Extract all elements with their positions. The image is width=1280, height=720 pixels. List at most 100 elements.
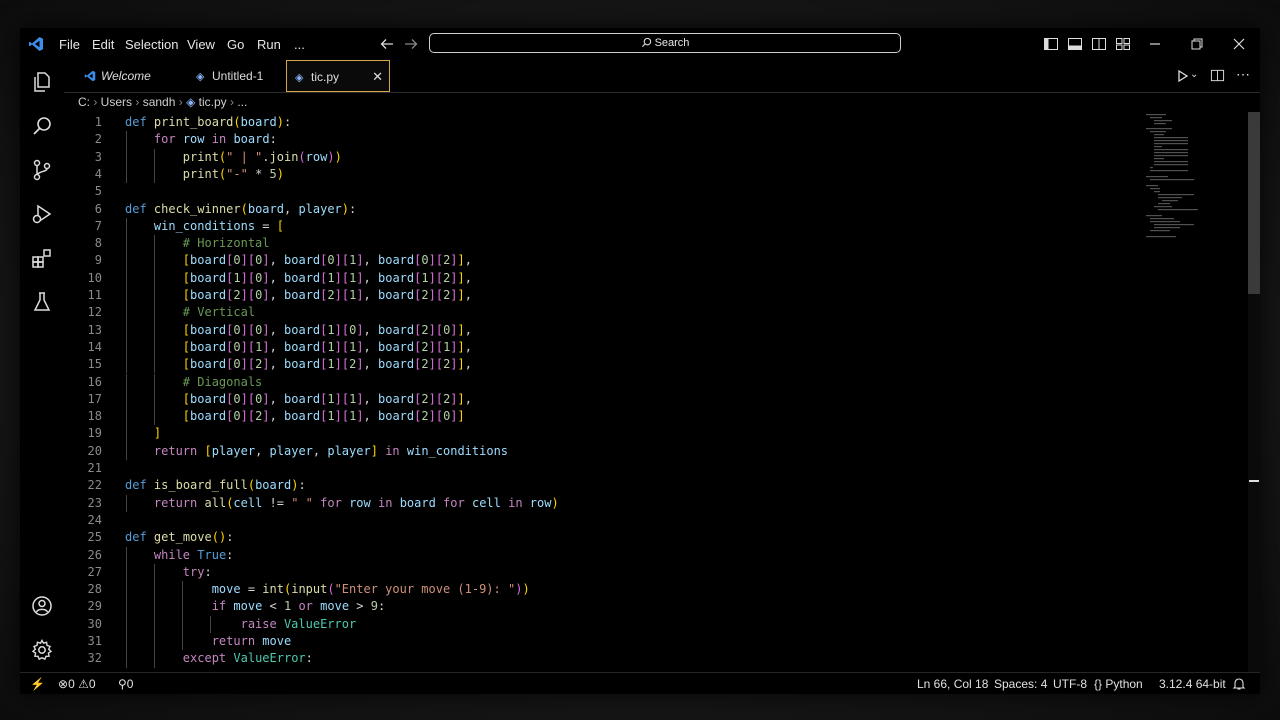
menu-go[interactable]: Go bbox=[227, 37, 244, 52]
breadcrumb-users[interactable]: Users bbox=[101, 95, 132, 109]
menu-selection[interactable]: Selection bbox=[125, 37, 178, 52]
forward-arrow-icon[interactable] bbox=[403, 36, 419, 52]
search-box[interactable]: Search bbox=[429, 33, 901, 53]
menu-run[interactable]: Run bbox=[257, 37, 281, 52]
code-line[interactable]: 1 def print_board(board): bbox=[64, 114, 1144, 131]
close-tab-icon[interactable]: ✕ bbox=[372, 61, 383, 93]
code-line[interactable]: 16 # Diagonals bbox=[64, 374, 1144, 391]
run-dropdown-chevron-down-icon[interactable]: ⌄ bbox=[1190, 69, 1198, 80]
code-line[interactable]: 21 bbox=[64, 460, 1144, 477]
code-text: # Diagonals bbox=[182, 374, 263, 389]
encoding[interactable]: UTF-8 bbox=[1053, 673, 1087, 694]
code-text: move = int(input("Enter your move (1-9):… bbox=[211, 582, 530, 597]
split-editor-icon[interactable] bbox=[1210, 68, 1225, 83]
menu-more[interactable]: ... bbox=[294, 37, 305, 52]
code-editor[interactable]: 1 def print_board(board): 2 for row in boa… bbox=[64, 112, 1248, 672]
indent-guide bbox=[154, 633, 155, 651]
code-text: ] bbox=[153, 426, 162, 441]
run-python-file-icon[interactable] bbox=[1176, 69, 1190, 83]
python-interpreter[interactable]: 3.12.4 64-bit bbox=[1159, 673, 1226, 694]
tab-untitled-1[interactable]: ◈ Untitled-1 bbox=[180, 60, 290, 92]
cursor-position[interactable]: Ln 66, Col 18 bbox=[917, 673, 988, 694]
code-line[interactable]: 28 move = int(input("Enter your move (1-… bbox=[64, 581, 1144, 598]
line-number: 8 bbox=[94, 236, 102, 251]
minimap[interactable] bbox=[1142, 112, 1222, 242]
breadcrumb-sandh[interactable]: sandh bbox=[143, 95, 176, 109]
remote-indicator-icon[interactable]: ⚡ bbox=[30, 673, 45, 694]
notifications-bell-icon[interactable] bbox=[1232, 677, 1246, 691]
breadcrumb-drive[interactable]: C: bbox=[78, 95, 90, 109]
problems-indicator[interactable]: ⊗0 ⚠0 bbox=[58, 673, 96, 694]
code-line[interactable]: 10 [board[1][0], board[1][1], board[1][2… bbox=[64, 270, 1144, 287]
code-line[interactable]: 20 return [player, player, player] in wi… bbox=[64, 443, 1144, 460]
code-line[interactable]: 32 except ValueError: bbox=[64, 650, 1144, 667]
code-text: # Vertical bbox=[182, 305, 256, 320]
code-line[interactable]: 26 while True: bbox=[64, 547, 1144, 564]
tab-welcome[interactable]: Welcome bbox=[68, 60, 176, 92]
code-line[interactable]: 23 return all(cell != " " for row in boa… bbox=[64, 495, 1144, 512]
code-line[interactable]: 5 bbox=[64, 183, 1144, 200]
accounts-icon[interactable] bbox=[30, 594, 54, 618]
source-control-icon[interactable] bbox=[30, 158, 54, 182]
error-icon: ⊗ bbox=[58, 677, 69, 691]
breadcrumb-file[interactable]: tic.py bbox=[199, 95, 227, 109]
explorer-icon[interactable] bbox=[30, 70, 54, 94]
code-line[interactable]: 6 def check_winner(board, player): bbox=[64, 201, 1144, 218]
code-line[interactable]: 18 [board[0][2], board[1][1], board[2][0… bbox=[64, 408, 1144, 425]
indent-guide bbox=[126, 373, 127, 391]
search-activity-icon[interactable] bbox=[30, 114, 54, 138]
indent-guide bbox=[154, 252, 155, 270]
code-line[interactable]: 4 print("-" * 5) bbox=[64, 166, 1144, 183]
code-text: try: bbox=[182, 564, 212, 579]
tab-tic-py[interactable]: ◈ tic.py ✕ bbox=[286, 60, 390, 92]
testing-icon[interactable] bbox=[30, 290, 54, 314]
more-actions-icon[interactable]: ⋯ bbox=[1236, 66, 1250, 83]
extensions-icon[interactable] bbox=[30, 246, 54, 270]
vertical-scrollbar[interactable] bbox=[1248, 112, 1260, 672]
code-line[interactable]: 30 raise ValueError bbox=[64, 616, 1144, 633]
code-line[interactable]: 14 [board[0][1], board[1][1], board[2][1… bbox=[64, 339, 1144, 356]
customize-layout-icon[interactable] bbox=[1115, 36, 1131, 52]
ports-count: 0 bbox=[126, 677, 134, 691]
toggle-panel-icon[interactable] bbox=[1067, 36, 1083, 52]
indent-guide bbox=[154, 235, 155, 253]
indent-guide bbox=[126, 546, 127, 564]
code-line[interactable]: 17 [board[0][0], board[1][1], board[2][2… bbox=[64, 391, 1144, 408]
run-and-debug-icon[interactable] bbox=[30, 202, 54, 226]
menu-file[interactable]: File bbox=[59, 37, 80, 52]
ports-indicator[interactable]: ⚲0 bbox=[118, 673, 133, 694]
indentation[interactable]: Spaces: 4 bbox=[994, 673, 1047, 694]
indent-guide bbox=[126, 304, 127, 322]
code-line[interactable]: 24 bbox=[64, 512, 1144, 529]
language-mode[interactable]: {} Python bbox=[1094, 673, 1143, 694]
code-line[interactable]: 27 try: bbox=[64, 564, 1144, 581]
code-line[interactable]: 13 [board[0][0], board[1][0], board[2][0… bbox=[64, 322, 1144, 339]
code-line[interactable]: 7 win_conditions = [ bbox=[64, 218, 1144, 235]
toggle-secondary-sidebar-icon[interactable] bbox=[1091, 36, 1107, 52]
indent-guide bbox=[126, 269, 127, 287]
scrollbar-thumb[interactable] bbox=[1248, 112, 1260, 294]
toggle-primary-sidebar-icon[interactable] bbox=[1043, 36, 1059, 52]
close-window-icon[interactable] bbox=[1231, 36, 1247, 52]
back-arrow-icon[interactable] bbox=[379, 36, 395, 52]
code-line[interactable]: 2 for row in board: bbox=[64, 131, 1144, 148]
indent-guide bbox=[154, 598, 155, 616]
indent-guide bbox=[154, 390, 155, 409]
code-line[interactable]: 19 ] bbox=[64, 425, 1144, 442]
code-line[interactable]: 12 # Vertical bbox=[64, 304, 1144, 321]
menu-edit[interactable]: Edit bbox=[92, 37, 114, 52]
menu-view[interactable]: View bbox=[187, 37, 215, 52]
code-line[interactable]: 25 def get_move(): bbox=[64, 529, 1144, 546]
minimize-icon[interactable] bbox=[1147, 36, 1163, 52]
manage-gear-icon[interactable] bbox=[30, 638, 54, 662]
code-line[interactable]: 15 [board[0][2], board[1][2], board[2][2… bbox=[64, 356, 1144, 373]
code-line[interactable]: 11 [board[2][0], board[2][1], board[2][2… bbox=[64, 287, 1144, 304]
restore-icon[interactable] bbox=[1189, 36, 1205, 52]
code-line[interactable]: 29 if move < 1 or move > 9: bbox=[64, 598, 1144, 615]
code-line[interactable]: 22 def is_board_full(board): bbox=[64, 477, 1144, 494]
code-line[interactable]: 9 [board[0][0], board[0][1], board[0][2]… bbox=[64, 252, 1144, 269]
code-line[interactable]: 31 return move bbox=[64, 633, 1144, 650]
code-line[interactable]: 8 # Horizontal bbox=[64, 235, 1144, 252]
code-line[interactable]: 3 print(" | ".join(row)) bbox=[64, 149, 1144, 166]
breadcrumb-symbol[interactable]: ... bbox=[237, 95, 247, 109]
